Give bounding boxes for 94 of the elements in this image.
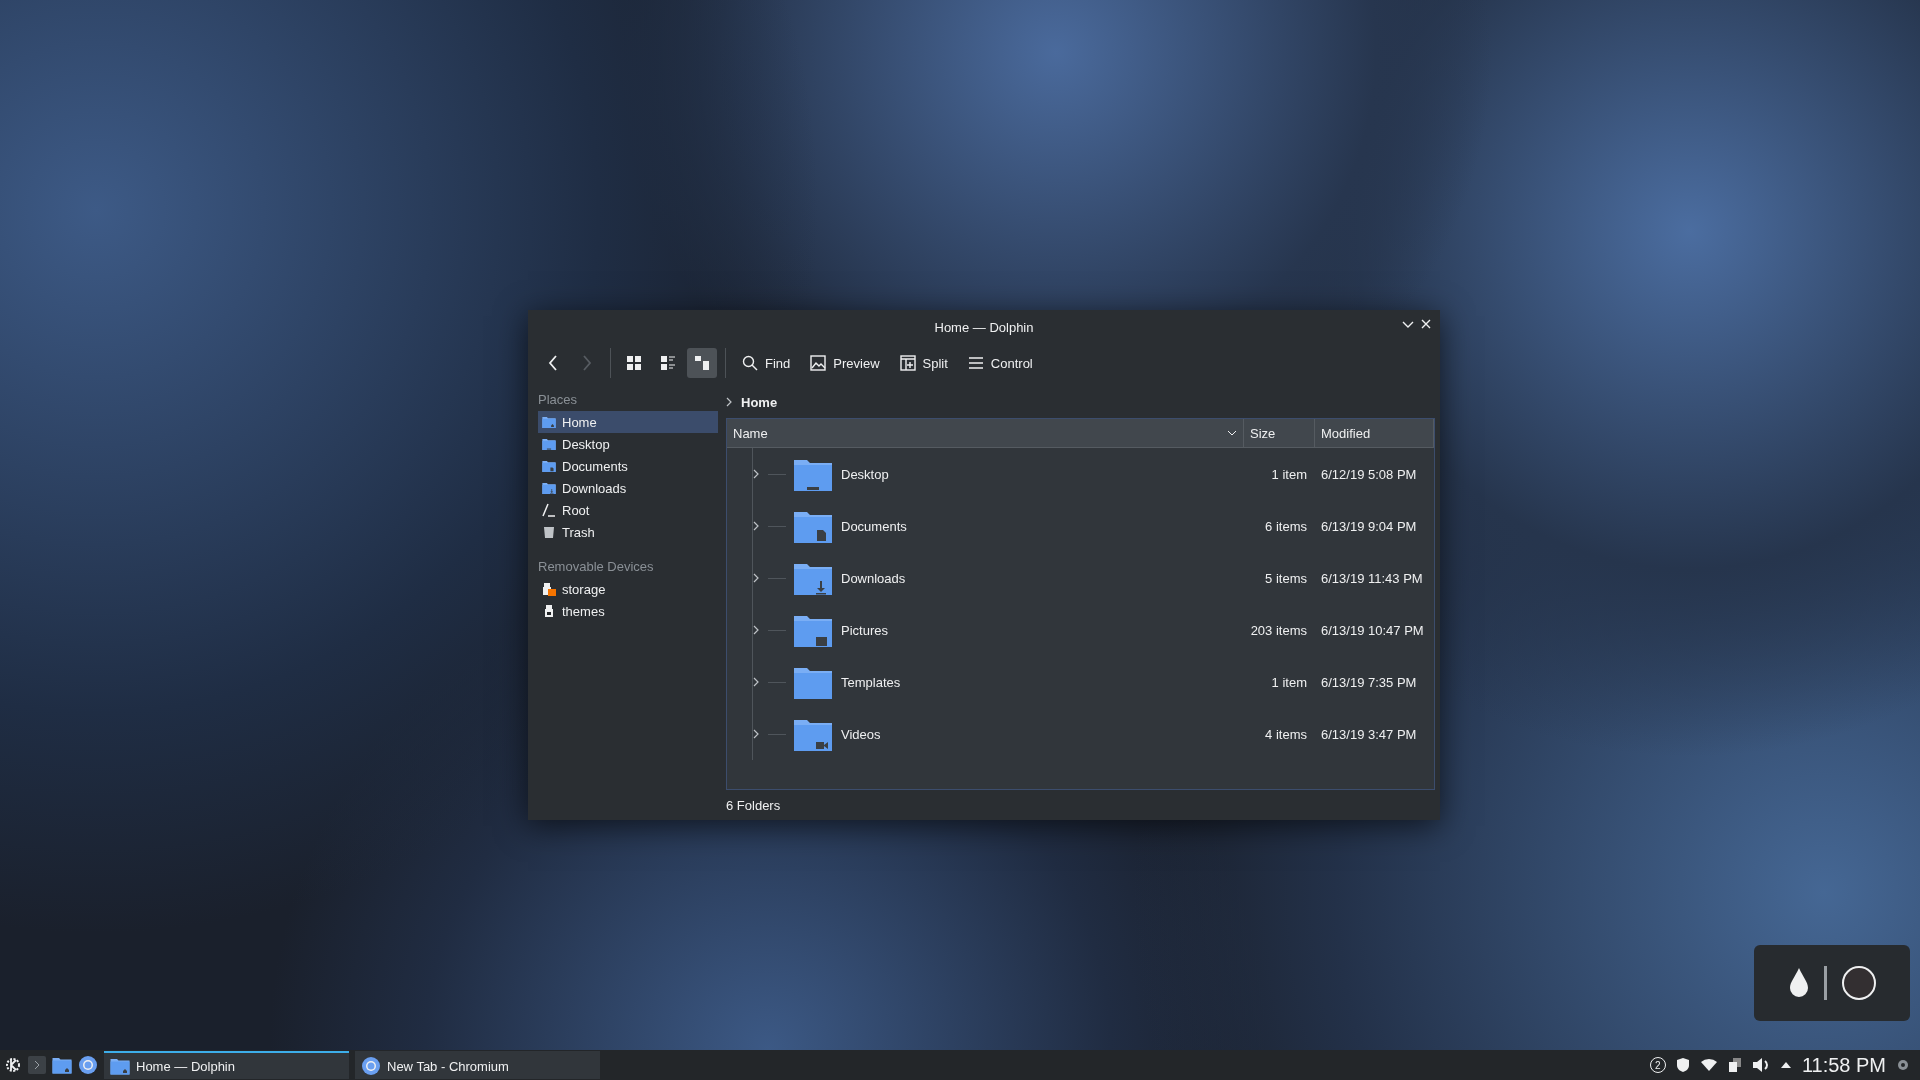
column-header[interactable]: Size [1244,419,1315,447]
browser-icon[interactable] [78,1055,98,1075]
task-button[interactable]: New Tab - Chromium [355,1051,600,1079]
size-cell-text: 203 items [1249,622,1308,638]
task-button[interactable]: Home — Dolphin [104,1051,349,1079]
size-cell-text: 4 items [1264,726,1308,742]
file-row[interactable]: Downloads 5 items 6/13/19 11:43 PM [727,552,1434,604]
file-row[interactable]: Templates 1 item 6/13/19 7:35 PM [727,656,1434,708]
sidebar-item[interactable]: themes [538,600,718,622]
settings-icon[interactable] [1896,1058,1910,1072]
image-icon [810,355,827,371]
sidebar-item[interactable]: Desktop [538,433,718,455]
sidebar-item-label: Documents [562,458,628,474]
speaker-icon[interactable] [1751,1057,1770,1073]
usb-drive-icon [542,604,556,618]
sidebar-item-label: themes [562,603,605,619]
toolbar-button[interactable]: Preview [802,348,888,378]
modified-cell-text: 6/13/19 7:35 PM [1320,674,1418,690]
column-header[interactable]: Name [727,419,1244,447]
sort-chevron-icon[interactable] [1227,430,1237,436]
file-row[interactable]: Pictures 203 items 6/13/19 10:47 PM [727,604,1434,656]
size-cell-text: 5 items [1264,570,1308,586]
droplet-icon[interactable] [1787,967,1810,999]
file-name: Desktop [841,466,889,482]
window-title: Home — Dolphin [934,319,1034,335]
browser-icon[interactable] [361,1056,381,1076]
expand-icon [753,729,760,739]
sidebar-item-label: Root [562,502,590,518]
search-icon [742,355,758,371]
folder-icon [52,1055,72,1075]
usb-drive-icon [542,582,556,596]
status-text: 6 Folders [726,797,781,813]
folder-icon [110,1056,130,1076]
terminal-icon[interactable] [28,1056,46,1074]
toolbar-button[interactable]: Find [734,348,799,378]
sidebar-item-label: Desktop [562,436,610,452]
clock[interactable]: 11:58 PM [1801,1053,1886,1077]
sidebar-item[interactable]: storage [538,578,718,600]
sidebar-item[interactable]: Home [538,411,718,433]
file-name: Videos [841,726,881,742]
slash-icon [542,503,556,517]
trash-icon [542,525,556,539]
expand-tray-icon[interactable] [1779,1061,1792,1069]
menu-icon [967,356,984,370]
modified-cell-text: 6/13/19 9:04 PM [1320,518,1418,534]
kde-logo-icon[interactable] [4,1056,22,1074]
details-view-icon [694,355,710,371]
size-cell-text: 1 item [1270,466,1308,482]
sidebar-item[interactable]: Documents [538,455,718,477]
modified-cell-text: 6/13/19 3:47 PM [1320,726,1418,742]
toolbar-button[interactable]: Split [891,348,956,378]
section-heading: Places [538,391,579,409]
column-header[interactable]: Modified [1315,419,1434,447]
file-name: Documents [841,518,907,534]
file-name: Pictures [841,622,888,638]
folder-icon [542,481,556,495]
wifi-icon[interactable] [1699,1058,1718,1072]
close-icon[interactable] [1420,318,1432,330]
section-heading: Removable Devices [538,558,655,576]
folder-icon [542,415,556,429]
expand-icon [753,677,760,687]
circle-icon[interactable] [1840,965,1877,1001]
expand-icon [753,521,760,531]
view-mode-button[interactable] [687,348,717,378]
expand-icon [753,573,760,583]
desktop-folder-icon [542,437,556,451]
expand-icon [753,625,760,635]
sidebar-item-label: storage [562,581,606,597]
modified-cell-text: 6/13/19 11:43 PM [1320,570,1424,586]
sidebar-item-label: Downloads [562,480,627,496]
sidebar-item-label: Trash [562,524,595,540]
expand-icon [753,469,760,479]
clipboard-icon[interactable] [1727,1057,1742,1073]
sidebar-item[interactable]: Trash [538,521,718,543]
size-cell-text: 1 item [1270,674,1308,690]
sidebar-item[interactable]: Root [538,499,718,521]
file-name: Templates [841,674,901,690]
folder-icon [542,459,556,473]
chevron-icon [726,397,733,407]
file-row[interactable]: Documents 6 items 6/13/19 9:04 PM [727,500,1434,552]
shield-icon[interactable] [1675,1057,1690,1073]
size-cell-text: 6 items [1264,518,1308,534]
sidebar-item-label: Home [562,414,597,430]
split-view-icon [899,355,916,371]
icons-view-icon [626,355,642,371]
sidebar-item[interactable]: Downloads [538,477,718,499]
breadcrumb[interactable]: Home [741,394,778,410]
compact-view-icon [660,355,676,371]
file-row[interactable]: Desktop 1 item 6/12/19 5:08 PM [727,448,1434,500]
toolbar-button[interactable]: Control [959,348,1041,378]
file-name: Downloads [841,570,906,586]
file-row[interactable]: Videos 4 items 6/13/19 3:47 PM [727,708,1434,760]
modified-cell-text: 6/12/19 5:08 PM [1320,466,1418,482]
modified-cell-text: 6/13/19 10:47 PM [1320,622,1425,638]
